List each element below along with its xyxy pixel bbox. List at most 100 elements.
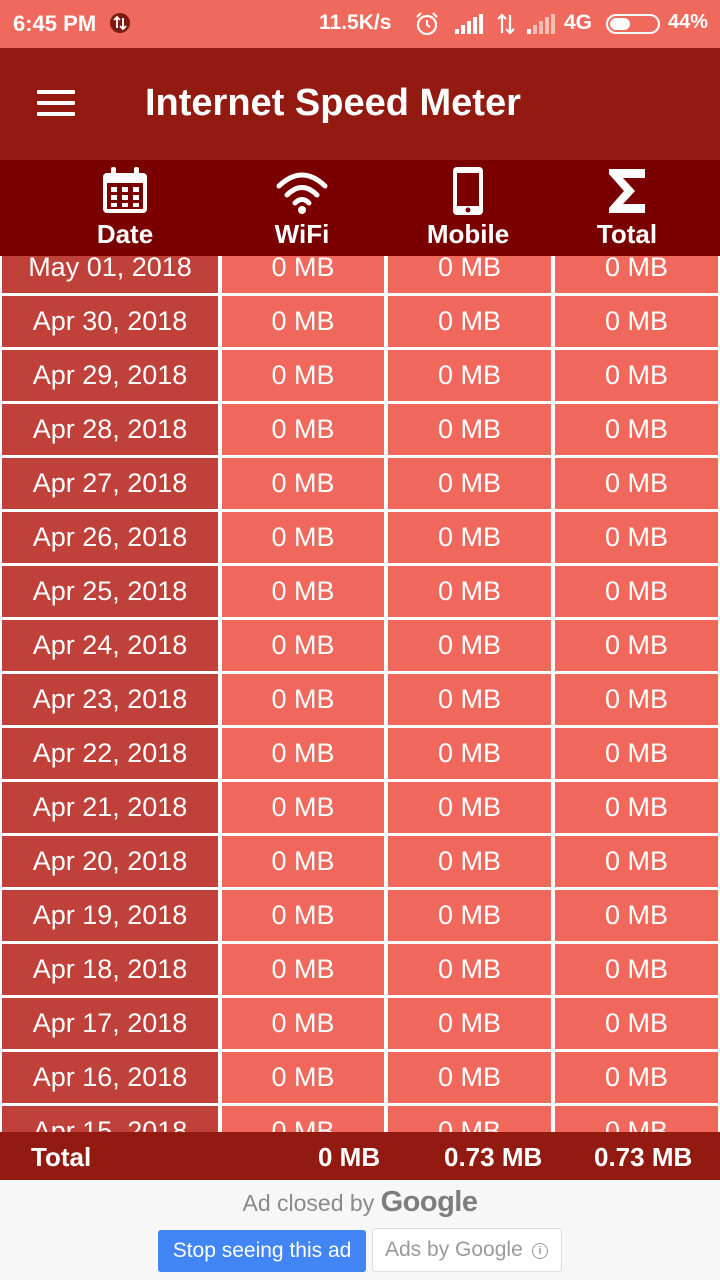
total-cell: 0 MB bbox=[555, 1052, 718, 1103]
column-total-label: Total bbox=[596, 219, 658, 249]
table-row[interactable]: Apr 24, 2018 0 MB 0 MB 0 MB bbox=[0, 620, 720, 671]
totals-bar: Total 0 MB 0.73 MB 0.73 MB bbox=[0, 1132, 720, 1180]
date-cell: Apr 15, 2018 bbox=[2, 1106, 218, 1132]
date-cell: Apr 16, 2018 bbox=[2, 1052, 218, 1103]
mobile-cell: 0 MB bbox=[388, 1106, 551, 1132]
ad-closed-message: Ad closed by Google bbox=[0, 1186, 720, 1219]
wifi-cell: 0 MB bbox=[222, 350, 384, 401]
wifi-cell: 0 MB bbox=[222, 296, 384, 347]
column-wifi-label: WiFi bbox=[274, 219, 330, 249]
table-row[interactable]: Apr 15, 2018 0 MB 0 MB 0 MB bbox=[0, 1106, 720, 1132]
wifi-cell: 0 MB bbox=[222, 674, 384, 725]
wifi-cell: 0 MB bbox=[222, 998, 384, 1049]
wifi-icon bbox=[276, 172, 328, 214]
mobile-cell: 0 MB bbox=[388, 512, 551, 563]
table-row[interactable]: Apr 25, 2018 0 MB 0 MB 0 MB bbox=[0, 566, 720, 617]
table-row[interactable]: Apr 28, 2018 0 MB 0 MB 0 MB bbox=[0, 404, 720, 455]
total-cell: 0 MB bbox=[555, 566, 718, 617]
date-cell: Apr 24, 2018 bbox=[2, 620, 218, 671]
table-row[interactable]: Apr 29, 2018 0 MB 0 MB 0 MB bbox=[0, 350, 720, 401]
signal-strength-icon bbox=[455, 14, 483, 34]
date-cell: Apr 22, 2018 bbox=[2, 728, 218, 779]
mobile-cell: 0 MB bbox=[388, 998, 551, 1049]
status-time: 6:45 PM bbox=[13, 11, 97, 36]
column-mobile[interactable]: Mobile bbox=[378, 160, 558, 256]
mobile-cell: 0 MB bbox=[388, 296, 551, 347]
sigma-icon bbox=[609, 169, 645, 213]
ads-by-google-button[interactable]: Ads by Google i bbox=[372, 1228, 562, 1272]
date-cell: Apr 19, 2018 bbox=[2, 890, 218, 941]
column-wifi[interactable]: WiFi bbox=[212, 160, 392, 256]
totals-mobile: 0.73 MB bbox=[444, 1142, 543, 1172]
date-cell: Apr 28, 2018 bbox=[2, 404, 218, 455]
mobile-cell: 0 MB bbox=[388, 350, 551, 401]
signal-strength-secondary-icon bbox=[527, 14, 555, 34]
table-row[interactable]: Apr 16, 2018 0 MB 0 MB 0 MB bbox=[0, 1052, 720, 1103]
mobile-cell: 0 MB bbox=[388, 674, 551, 725]
date-cell: Apr 23, 2018 bbox=[2, 674, 218, 725]
mobile-cell: 0 MB bbox=[388, 256, 551, 293]
status-speed: 11.5K/s bbox=[319, 11, 392, 34]
total-cell: 0 MB bbox=[555, 296, 718, 347]
mobile-cell: 0 MB bbox=[388, 1052, 551, 1103]
date-cell: Apr 21, 2018 bbox=[2, 782, 218, 833]
total-cell: 0 MB bbox=[555, 1106, 718, 1132]
table-row[interactable]: Apr 23, 2018 0 MB 0 MB 0 MB bbox=[0, 674, 720, 725]
column-total[interactable]: Total bbox=[537, 160, 717, 256]
table-row[interactable]: Apr 27, 2018 0 MB 0 MB 0 MB bbox=[0, 458, 720, 509]
calendar-icon bbox=[103, 167, 147, 213]
date-cell: Apr 17, 2018 bbox=[2, 998, 218, 1049]
date-cell: Apr 18, 2018 bbox=[2, 944, 218, 995]
usage-table[interactable]: May 01, 2018 0 MB 0 MB 0 MB Apr 30, 2018 0 MB… bbox=[0, 256, 720, 1132]
table-row[interactable]: Apr 20, 2018 0 MB 0 MB 0 MB bbox=[0, 836, 720, 887]
mobile-cell: 0 MB bbox=[388, 620, 551, 671]
mobile-cell: 0 MB bbox=[388, 458, 551, 509]
date-cell: Apr 29, 2018 bbox=[2, 350, 218, 401]
mobile-cell: 0 MB bbox=[388, 782, 551, 833]
table-row[interactable]: Apr 30, 2018 0 MB 0 MB 0 MB bbox=[0, 296, 720, 347]
column-mobile-label: Mobile bbox=[426, 219, 510, 249]
date-cell: Apr 30, 2018 bbox=[2, 296, 218, 347]
battery-percent: 44% bbox=[668, 11, 709, 33]
table-row[interactable]: Apr 19, 2018 0 MB 0 MB 0 MB bbox=[0, 890, 720, 941]
total-cell: 0 MB bbox=[555, 728, 718, 779]
wifi-cell: 0 MB bbox=[222, 944, 384, 995]
mobile-cell: 0 MB bbox=[388, 944, 551, 995]
table-row[interactable]: Apr 17, 2018 0 MB 0 MB 0 MB bbox=[0, 998, 720, 1049]
totals-label: Total bbox=[31, 1142, 92, 1172]
network-type: 4G bbox=[564, 11, 593, 34]
status-bar: 6:45 PM 11.5K/s 4G 44% bbox=[0, 0, 720, 48]
wifi-cell: 0 MB bbox=[222, 782, 384, 833]
wifi-cell: 0 MB bbox=[222, 1106, 384, 1132]
table-row[interactable]: Apr 18, 2018 0 MB 0 MB 0 MB bbox=[0, 944, 720, 995]
date-cell: Apr 26, 2018 bbox=[2, 512, 218, 563]
mobile-cell: 0 MB bbox=[388, 728, 551, 779]
wifi-cell: 0 MB bbox=[222, 512, 384, 563]
wifi-cell: 0 MB bbox=[222, 620, 384, 671]
table-row[interactable]: Apr 22, 2018 0 MB 0 MB 0 MB bbox=[0, 728, 720, 779]
total-cell: 0 MB bbox=[555, 512, 718, 563]
battery-icon bbox=[606, 14, 660, 34]
column-date-label: Date bbox=[96, 219, 154, 249]
date-cell: Apr 20, 2018 bbox=[2, 836, 218, 887]
mobile-cell: 0 MB bbox=[388, 566, 551, 617]
mobile-cell: 0 MB bbox=[388, 404, 551, 455]
hamburger-menu-icon[interactable] bbox=[37, 90, 75, 116]
wifi-cell: 0 MB bbox=[222, 1052, 384, 1103]
total-cell: 0 MB bbox=[555, 782, 718, 833]
ad-closed-text: Ad closed by bbox=[242, 1190, 375, 1216]
column-date[interactable]: Date bbox=[35, 160, 215, 256]
wifi-cell: 0 MB bbox=[222, 728, 384, 779]
total-cell: 0 MB bbox=[555, 350, 718, 401]
total-cell: 0 MB bbox=[555, 674, 718, 725]
ad-area: Ad closed by Google Stop seeing this ad … bbox=[0, 1180, 720, 1280]
date-cell: May 01, 2018 bbox=[2, 256, 218, 293]
data-arrows-icon bbox=[497, 13, 515, 35]
column-header: Date WiFi Mobile Total bbox=[0, 160, 720, 256]
table-row[interactable]: Apr 21, 2018 0 MB 0 MB 0 MB bbox=[0, 782, 720, 833]
stop-seeing-ad-button[interactable]: Stop seeing this ad bbox=[158, 1230, 366, 1272]
mobile-cell: 0 MB bbox=[388, 890, 551, 941]
total-cell: 0 MB bbox=[555, 620, 718, 671]
table-row[interactable]: Apr 26, 2018 0 MB 0 MB 0 MB bbox=[0, 512, 720, 563]
table-row[interactable]: May 01, 2018 0 MB 0 MB 0 MB bbox=[0, 256, 720, 293]
